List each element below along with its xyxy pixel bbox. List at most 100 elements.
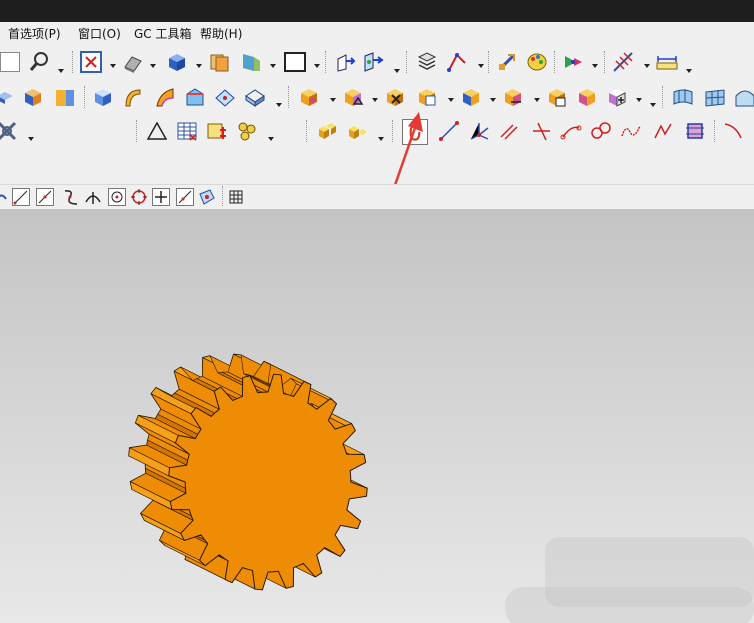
chevron-down-icon[interactable] bbox=[534, 97, 540, 103]
chevron-down-icon[interactable] bbox=[276, 102, 282, 108]
curve-tool-icon[interactable] bbox=[446, 51, 468, 73]
quadrant-icon[interactable] bbox=[130, 188, 148, 206]
cross-line-icon[interactable] bbox=[530, 120, 552, 142]
midpoint-icon[interactable] bbox=[36, 188, 54, 206]
grid-icon[interactable] bbox=[228, 189, 244, 205]
arc-icon[interactable] bbox=[560, 120, 582, 142]
intersection-icon[interactable] bbox=[84, 188, 102, 206]
gear-box-icon[interactable] bbox=[316, 120, 338, 142]
chevron-down-icon[interactable] bbox=[58, 68, 64, 74]
chevron-down-icon[interactable] bbox=[270, 63, 276, 69]
fit-view-icon[interactable] bbox=[80, 51, 102, 73]
chevron-down-icon[interactable] bbox=[372, 97, 378, 103]
circle-chain-icon[interactable] bbox=[590, 120, 612, 142]
components-icon[interactable] bbox=[236, 120, 258, 142]
graphics-viewport[interactable] bbox=[0, 209, 754, 623]
menu-gc-toolbox[interactable]: GC 工具箱 bbox=[134, 25, 192, 42]
view-orient-icon[interactable] bbox=[240, 51, 262, 73]
curve-icon[interactable] bbox=[652, 120, 674, 142]
watermark-shape bbox=[505, 537, 754, 623]
extrude-icon[interactable] bbox=[0, 86, 16, 108]
spreadsheet-icon[interactable] bbox=[176, 120, 198, 142]
face-icon[interactable] bbox=[214, 86, 236, 108]
chamfer-icon[interactable] bbox=[122, 86, 144, 108]
rect-icon[interactable] bbox=[684, 120, 706, 142]
grid-add-icon[interactable] bbox=[206, 120, 228, 142]
menu-help[interactable]: 帮助(H) bbox=[200, 25, 242, 42]
gear-model[interactable] bbox=[110, 344, 380, 604]
sketch-plane-icon[interactable] bbox=[334, 51, 356, 73]
toolbar-row-3 bbox=[0, 114, 754, 148]
chevron-down-icon[interactable] bbox=[686, 68, 692, 74]
measure-distance-icon[interactable] bbox=[612, 51, 634, 73]
table-of-layers-icon[interactable] bbox=[416, 51, 438, 73]
midpoint-icon[interactable] bbox=[176, 188, 194, 206]
subtract-icon[interactable] bbox=[298, 86, 320, 108]
solid-box-icon[interactable] bbox=[166, 51, 188, 73]
chevron-down-icon[interactable] bbox=[330, 97, 336, 103]
shell-icon[interactable] bbox=[154, 86, 176, 108]
surface-icon[interactable] bbox=[672, 86, 694, 108]
chevron-down-icon[interactable] bbox=[448, 97, 454, 103]
swept-icon[interactable] bbox=[734, 86, 754, 108]
chevron-down-icon[interactable] bbox=[490, 97, 496, 103]
endpoint-icon[interactable] bbox=[12, 188, 30, 206]
face-point-icon[interactable] bbox=[198, 188, 216, 206]
chevron-down-icon[interactable] bbox=[196, 63, 202, 69]
line-icon[interactable] bbox=[438, 120, 460, 142]
toolbar-row-2 bbox=[0, 80, 754, 114]
thicken-icon[interactable] bbox=[606, 86, 628, 108]
chevron-down-icon[interactable] bbox=[644, 63, 650, 69]
curve-point-icon[interactable] bbox=[62, 188, 80, 206]
snap-view-icon[interactable] bbox=[562, 51, 584, 73]
angle-icon[interactable] bbox=[722, 120, 744, 142]
point-snap-icon[interactable] bbox=[0, 187, 8, 207]
pattern-icon[interactable] bbox=[416, 86, 438, 108]
zoom-icon[interactable] bbox=[28, 51, 50, 73]
replace-face-icon[interactable] bbox=[546, 86, 568, 108]
menu-preferences[interactable]: 首选项(P) bbox=[8, 25, 61, 42]
toolbar-empty-area bbox=[0, 150, 754, 184]
triangle-icon[interactable] bbox=[146, 120, 168, 142]
chevron-down-icon[interactable] bbox=[314, 63, 320, 69]
move-object-icon[interactable] bbox=[496, 51, 518, 73]
chevron-down-icon[interactable] bbox=[394, 68, 400, 74]
chevron-down-icon[interactable] bbox=[478, 63, 484, 69]
title-bar bbox=[0, 0, 754, 22]
chevron-down-icon[interactable] bbox=[110, 63, 116, 69]
chevron-down-icon[interactable] bbox=[592, 63, 598, 69]
axis-icon[interactable] bbox=[468, 120, 490, 142]
block-icon[interactable] bbox=[92, 86, 114, 108]
revolve-icon[interactable] bbox=[22, 86, 44, 108]
unite-icon[interactable] bbox=[244, 86, 266, 108]
chevron-down-icon[interactable] bbox=[268, 136, 274, 142]
chevron-down-icon[interactable] bbox=[378, 136, 384, 142]
menu-window[interactable]: 窗口(O) bbox=[78, 25, 121, 42]
trim-body-icon[interactable] bbox=[342, 86, 364, 108]
command-input[interactable] bbox=[0, 52, 20, 72]
paint-icon[interactable] bbox=[526, 51, 548, 73]
toolbar-separator bbox=[84, 86, 86, 108]
gear-box-alt-icon[interactable] bbox=[346, 120, 368, 142]
chevron-down-icon[interactable] bbox=[150, 63, 156, 69]
offset-face-icon[interactable] bbox=[384, 86, 406, 108]
mirror-icon[interactable] bbox=[460, 86, 482, 108]
assembly-icon[interactable] bbox=[0, 120, 18, 142]
background-icon[interactable] bbox=[284, 51, 306, 73]
feature-table-icon[interactable] bbox=[576, 86, 598, 108]
chevron-down-icon[interactable] bbox=[650, 102, 656, 108]
ruler-icon[interactable] bbox=[656, 51, 678, 73]
shade-mode-icon[interactable] bbox=[122, 51, 144, 73]
draft-icon[interactable] bbox=[184, 86, 206, 108]
chevron-down-icon[interactable] bbox=[28, 136, 34, 142]
layer-icon[interactable] bbox=[208, 51, 230, 73]
mesh-surface-icon[interactable] bbox=[704, 86, 726, 108]
parallel-line-icon[interactable] bbox=[498, 120, 520, 142]
thicken-icon[interactable] bbox=[502, 86, 524, 108]
blend-icon[interactable] bbox=[54, 86, 76, 108]
center-icon[interactable] bbox=[108, 188, 126, 206]
datum-csys-icon[interactable] bbox=[362, 51, 384, 73]
chevron-down-icon[interactable] bbox=[636, 97, 642, 103]
spline-icon[interactable] bbox=[620, 120, 642, 142]
existing-point-icon[interactable] bbox=[152, 188, 170, 206]
